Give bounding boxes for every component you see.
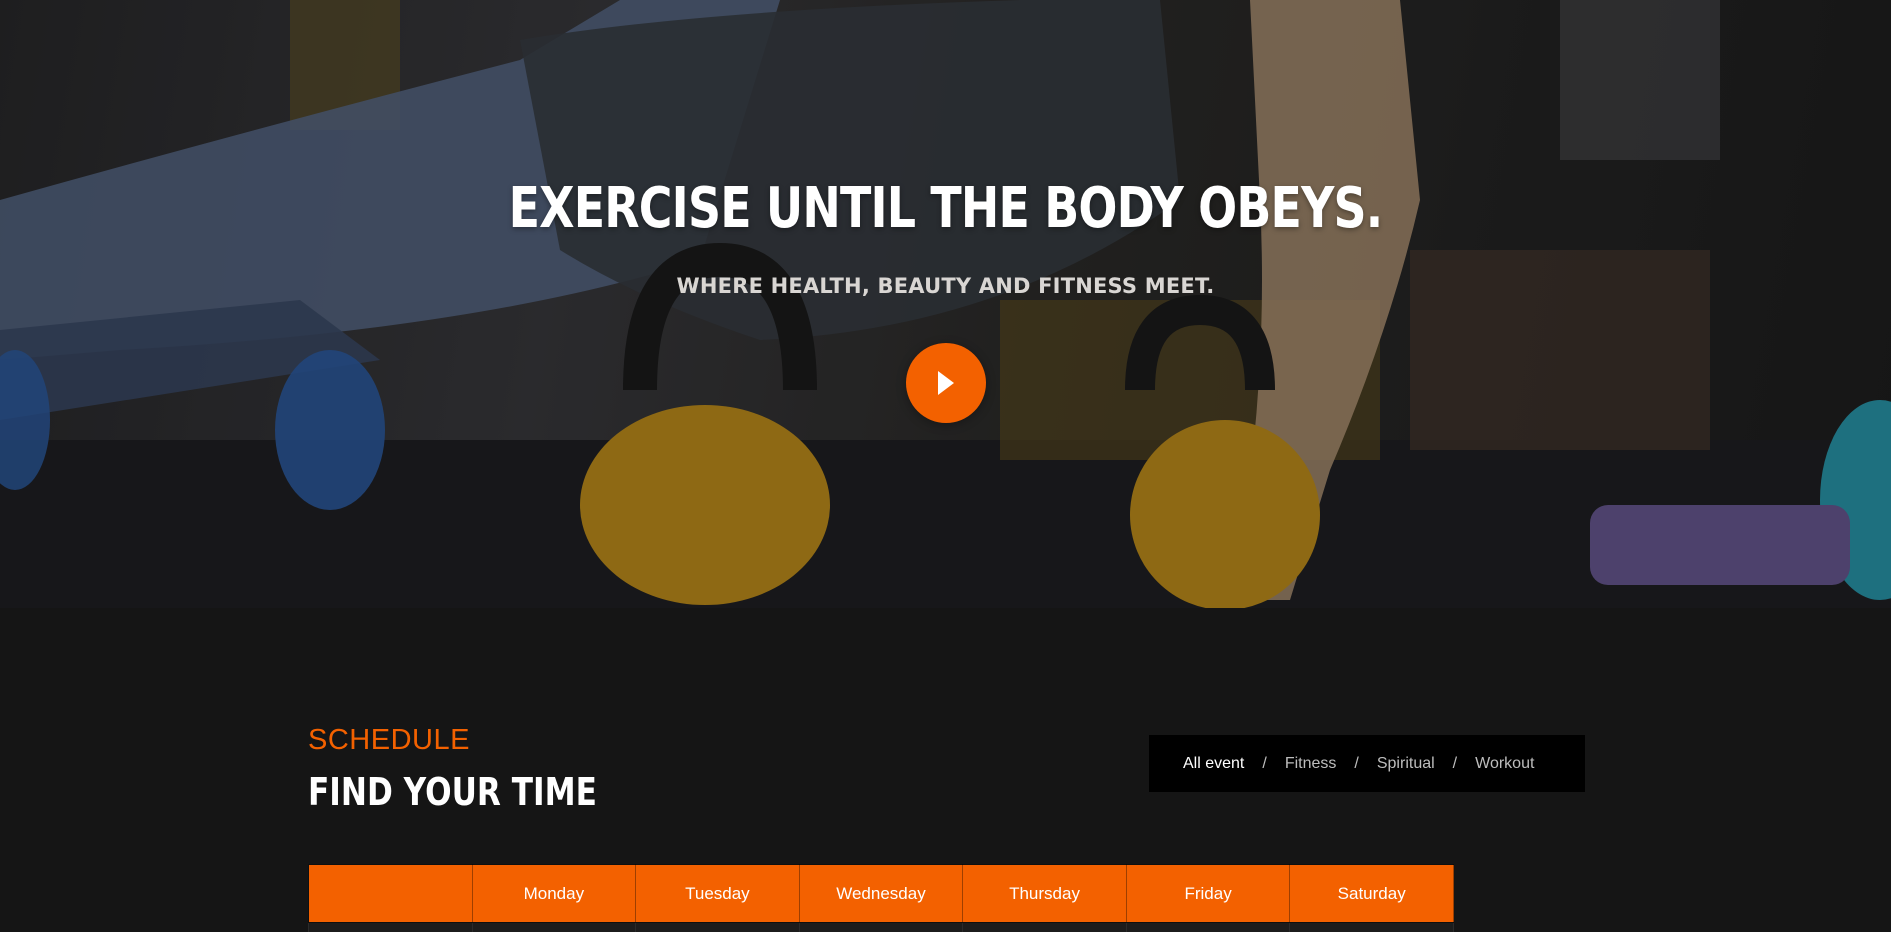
table-cell — [308, 922, 473, 932]
filter-all-event[interactable]: All event — [1183, 755, 1244, 773]
table-row — [308, 922, 1454, 932]
table-header-thursday: Thursday — [962, 864, 1127, 923]
play-icon — [938, 371, 954, 395]
filter-fitness[interactable]: Fitness — [1285, 755, 1337, 773]
filter-spiritual[interactable]: Spiritual — [1377, 755, 1435, 773]
table-cell — [471, 922, 637, 932]
table-header-wednesday: Wednesday — [798, 864, 964, 923]
table-cell — [1125, 922, 1291, 932]
hero-title: EXERCISE UNTIL THE BODY OBEYS. — [508, 176, 1384, 241]
schedule-filter-bar: All event / Fitness / Spiritual / Workou… — [1149, 735, 1585, 792]
hero-subtitle: WHERE HEALTH, BEAUTY AND FITNESS MEET. — [676, 274, 1215, 298]
filter-workout[interactable]: Workout — [1475, 755, 1534, 773]
schedule-table: Monday Tuesday Wednesday Thursday Friday… — [308, 864, 1454, 932]
table-header-saturday: Saturday — [1289, 864, 1454, 923]
section-title: FIND YOUR TIME — [308, 770, 597, 814]
table-header-row: Monday Tuesday Wednesday Thursday Friday… — [308, 864, 1454, 923]
table-cell — [798, 922, 964, 932]
hero-banner: EXERCISE UNTIL THE BODY OBEYS. WHERE HEA… — [0, 0, 1891, 608]
table-header-tuesday: Tuesday — [635, 864, 800, 923]
table-cell — [1289, 922, 1454, 932]
schedule-section: SCHEDULE FIND YOUR TIME All event / Fitn… — [0, 608, 1891, 932]
table-header-friday: Friday — [1125, 864, 1291, 923]
section-kicker: SCHEDULE — [308, 724, 470, 756]
table-cell — [962, 922, 1127, 932]
hero-overlay — [0, 0, 1891, 608]
filter-separator: / — [1452, 754, 1458, 772]
table-header-monday: Monday — [471, 864, 637, 923]
filter-separator: / — [1262, 754, 1267, 772]
play-video-button[interactable] — [906, 343, 986, 423]
filter-separator: / — [1354, 754, 1359, 772]
table-header-time — [308, 864, 473, 923]
table-cell — [635, 922, 800, 932]
